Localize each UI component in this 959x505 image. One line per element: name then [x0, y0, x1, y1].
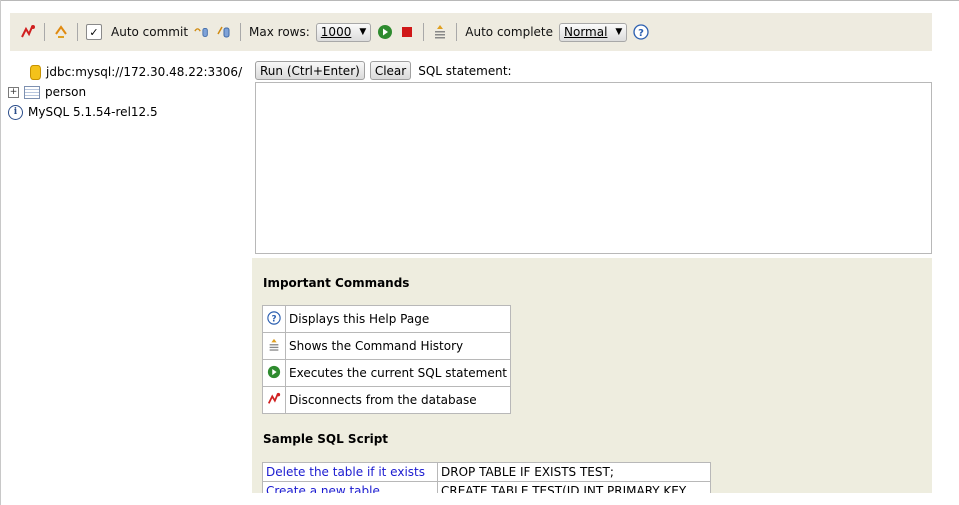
command-row: ? Displays this Help Page — [262, 305, 512, 333]
script-row: Delete the table if it exists DROP TABLE… — [262, 462, 711, 482]
tree-connection[interactable]: jdbc:mysql://172.30.48.22:3306/ — [30, 62, 255, 82]
toolbar-separator — [240, 23, 242, 41]
max-rows-value: 1000 — [320, 25, 352, 39]
auto-commit-checkbox[interactable]: ✓ — [86, 24, 102, 40]
run-icon[interactable] — [377, 24, 393, 40]
max-rows-select[interactable]: 1000 ▼ — [315, 22, 372, 42]
auto-complete-select[interactable]: Normal ▼ — [559, 22, 628, 42]
sql-editor[interactable] — [255, 82, 932, 254]
important-commands-title: Important Commands — [263, 276, 410, 290]
sample-sql-title: Sample SQL Script — [263, 432, 389, 446]
commands-table: ? Displays this Help Page Shows the Comm… — [262, 305, 512, 414]
window-top-border — [0, 0, 959, 1]
auto-complete-value: Normal — [564, 25, 608, 39]
script-link[interactable]: Create a new table — [262, 481, 438, 493]
chevron-down-icon: ▼ — [615, 27, 623, 37]
run-button[interactable]: Run (Ctrl+Enter) — [255, 61, 365, 80]
toolbar: ✓ Auto commit Max rows: 1000 ▼ Auto comp… — [10, 13, 932, 51]
tree-table-person[interactable]: + person — [8, 82, 255, 102]
disconnect-icon[interactable] — [20, 24, 36, 40]
disconnect-icon — [267, 392, 281, 404]
command-text: Displays this Help Page — [284, 305, 512, 333]
script-row: Create a new table CREATE TABLE TEST(ID … — [262, 481, 711, 493]
sample-script-table: Delete the table if it exists DROP TABLE… — [262, 462, 711, 493]
command-icon-cell — [262, 359, 286, 387]
toolbar-separator — [44, 23, 45, 41]
command-icon-cell: ? — [262, 305, 286, 333]
command-row: Disconnects from the database — [262, 386, 512, 414]
window-left-border — [0, 0, 1, 505]
auto-complete-label: Auto complete — [465, 25, 553, 39]
command-icon-cell — [262, 332, 286, 360]
command-row: Executes the current SQL statement — [262, 359, 512, 387]
rollback-icon[interactable] — [216, 24, 232, 40]
database-icon — [30, 64, 41, 80]
toolbar-separator — [423, 23, 425, 41]
run-icon — [267, 365, 281, 378]
toolbar-separator — [456, 23, 458, 41]
stop-icon[interactable] — [399, 24, 415, 40]
history-icon[interactable] — [432, 24, 448, 40]
svg-text:?: ? — [638, 28, 644, 39]
schema-tree: jdbc:mysql://172.30.48.22:3306/ + person… — [8, 62, 255, 122]
table-name: person — [45, 85, 87, 99]
commit-icon[interactable] — [194, 24, 210, 40]
history-icon — [269, 338, 279, 351]
script-sql: DROP TABLE IF EXISTS TEST; — [437, 462, 711, 482]
toolbar-separator — [77, 23, 78, 41]
command-icon-cell — [262, 386, 286, 414]
info-icon: i — [8, 104, 23, 120]
help-icon: ? — [267, 310, 281, 325]
svg-text:?: ? — [271, 314, 276, 324]
command-row: Shows the Command History — [262, 332, 512, 360]
chevron-down-icon: ▼ — [359, 27, 367, 37]
help-panel: Important Commands ? Displays this Help … — [252, 258, 932, 493]
help-icon[interactable]: ? — [633, 24, 649, 40]
expand-icon[interactable]: + — [8, 86, 19, 98]
script-link[interactable]: Delete the table if it exists — [262, 462, 438, 482]
command-text: Disconnects from the database — [284, 386, 512, 414]
script-sql: CREATE TABLE TEST(ID INT PRIMARY KEY, — [437, 481, 711, 493]
editor-button-row: Run (Ctrl+Enter) Clear SQL statement: — [255, 61, 512, 80]
refresh-icon[interactable] — [53, 24, 69, 40]
auto-commit-label: Auto commit — [111, 25, 189, 39]
table-icon — [24, 85, 40, 99]
sql-statement-label: SQL statement: — [418, 63, 512, 78]
tree-server-info: i MySQL 5.1.54-rel12.5 — [8, 102, 255, 122]
command-text: Executes the current SQL statement — [284, 359, 512, 387]
connection-url: jdbc:mysql://172.30.48.22:3306/ — [46, 65, 243, 79]
command-text: Shows the Command History — [284, 332, 512, 360]
server-info-text: MySQL 5.1.54-rel12.5 — [28, 105, 158, 119]
max-rows-label: Max rows: — [249, 25, 310, 39]
clear-button[interactable]: Clear — [369, 61, 412, 80]
